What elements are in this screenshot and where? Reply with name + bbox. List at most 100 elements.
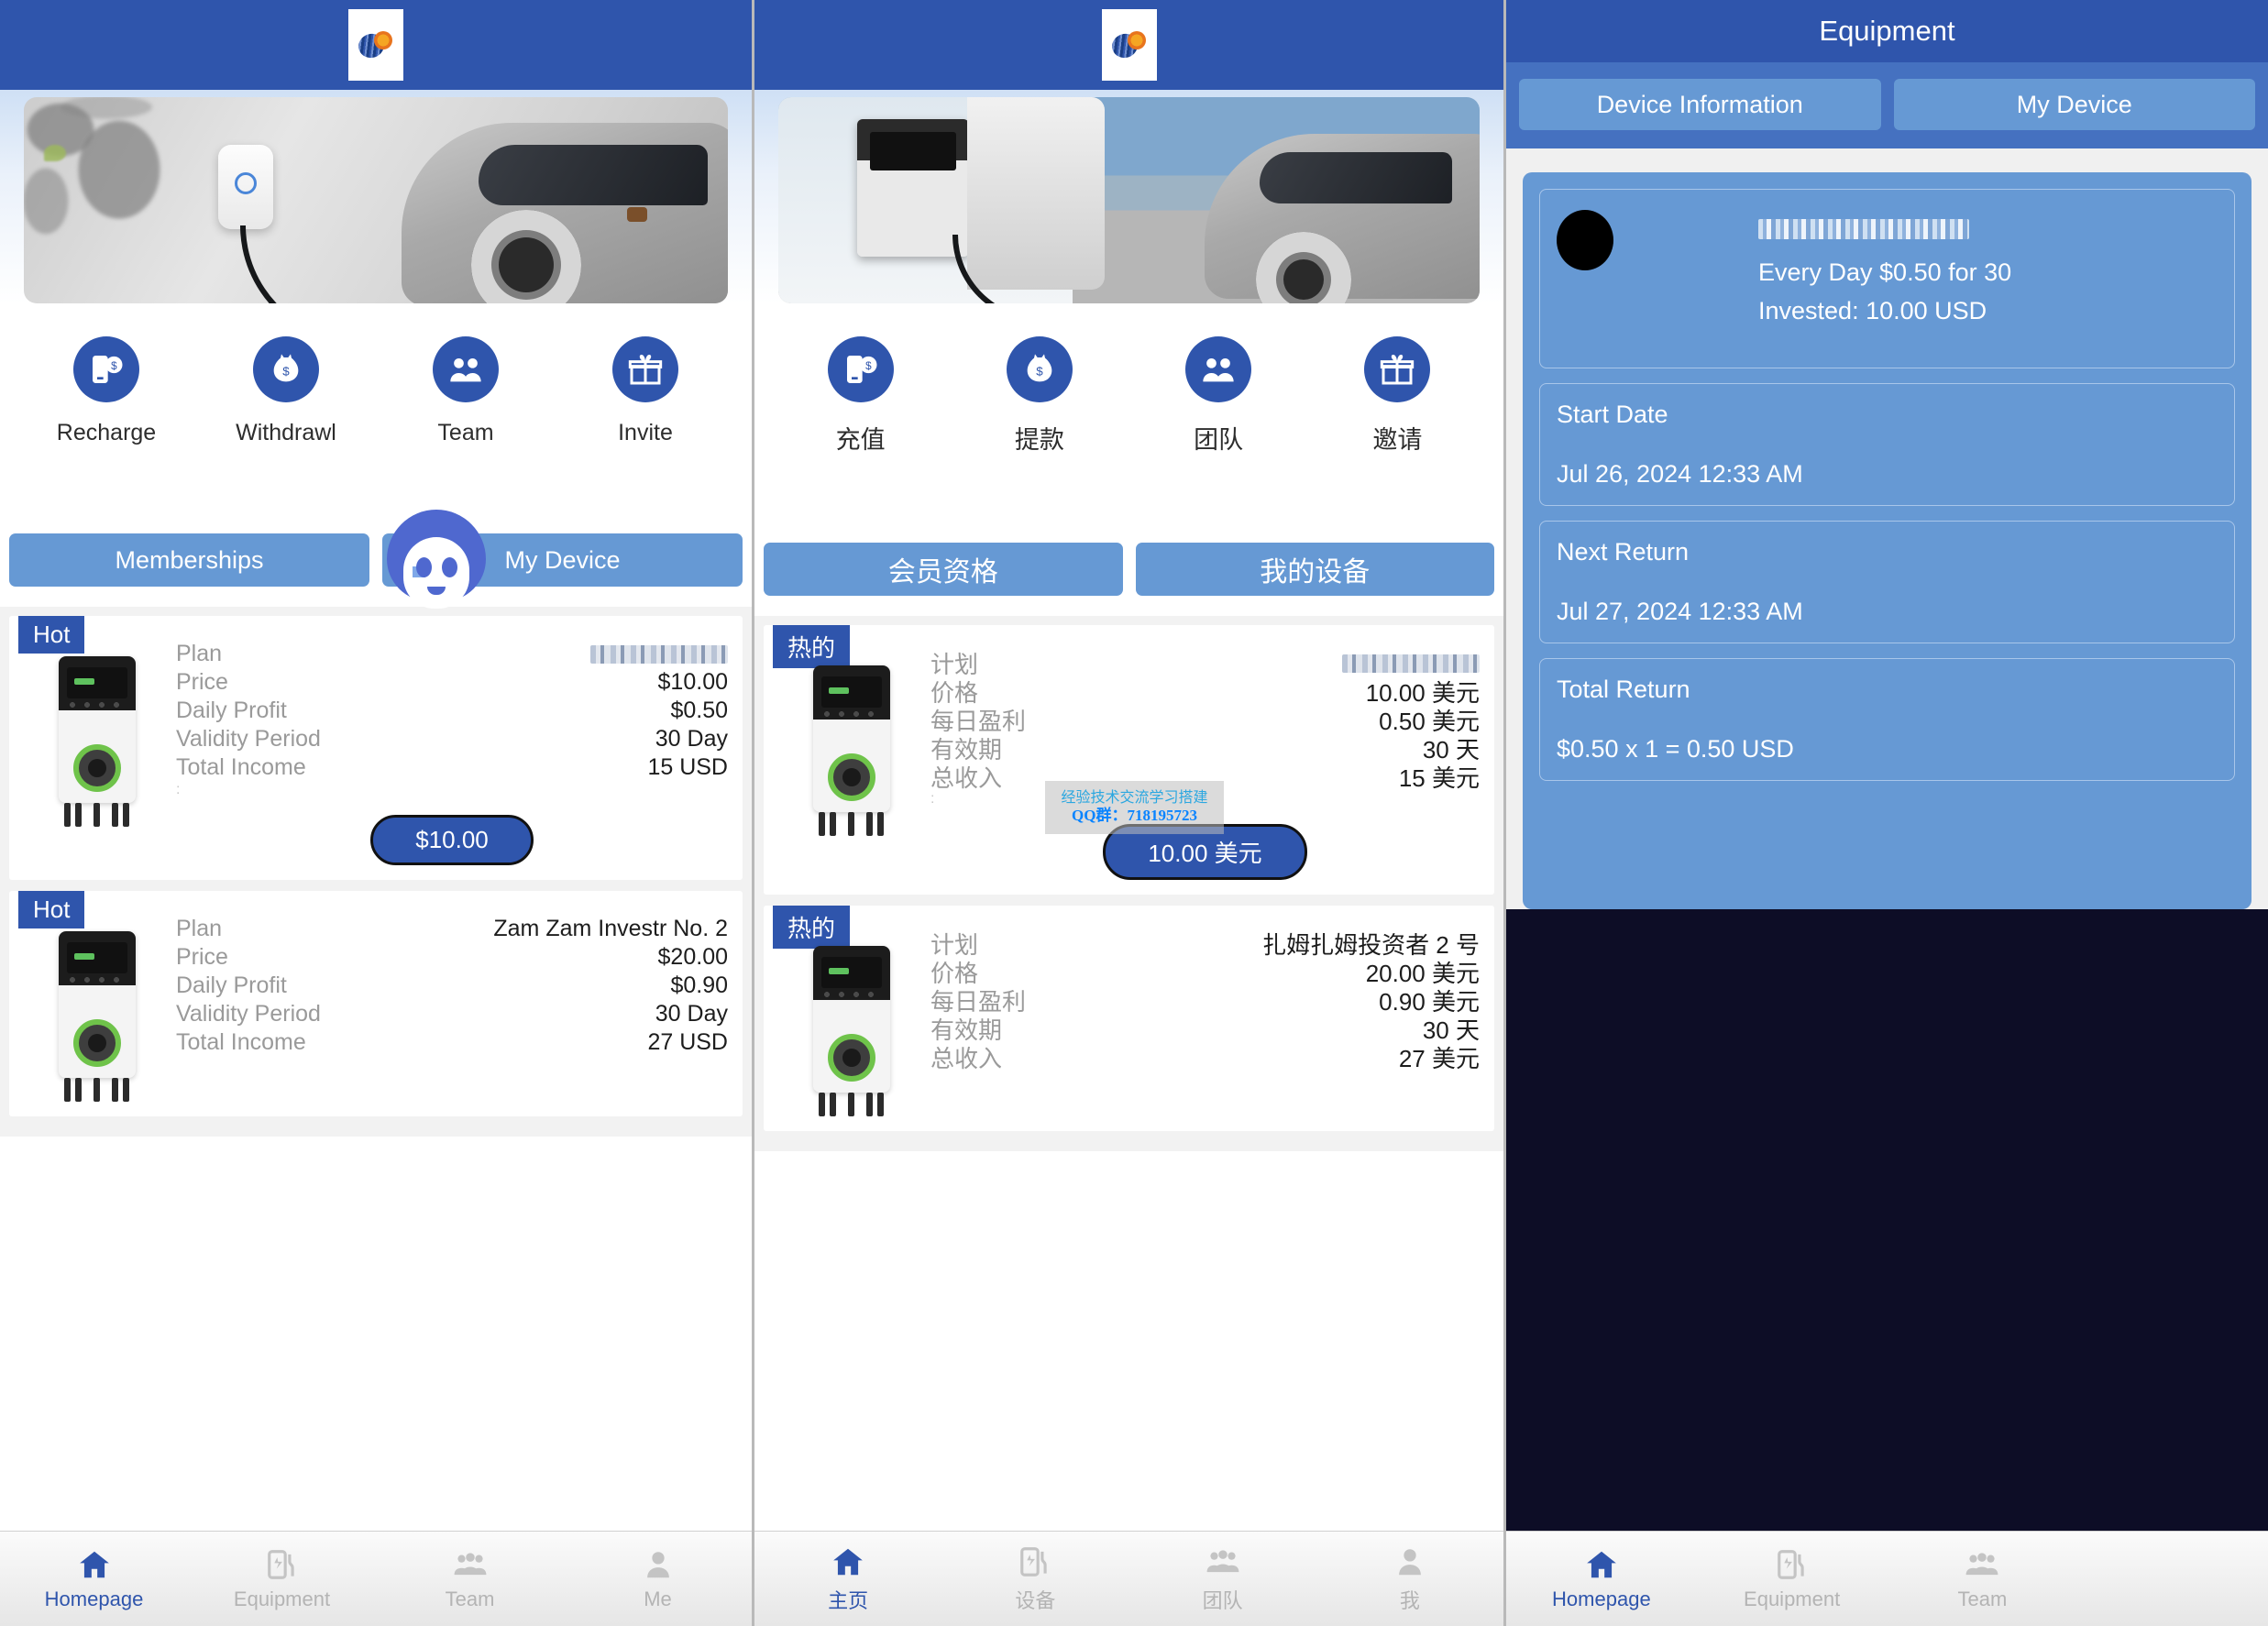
panel-homepage-chinese: $ 充值 $ 提款 团队 邀请 会员资格 我的设备 热的 计划 价格 10.00…: [752, 0, 1503, 1626]
svg-text:$: $: [111, 360, 117, 372]
nav-label: Team: [1957, 1587, 2008, 1610]
device-image: [24, 640, 171, 865]
nav-label: Homepage: [1552, 1587, 1651, 1610]
table-row: 有效期 30 天: [930, 734, 1480, 764]
row-key: 总收入: [930, 764, 1003, 792]
app-header-bar: [0, 0, 752, 90]
plan-card[interactable]: 热的 计划 扎姆扎姆投资者 2 号 价格 20.00 美元 每日盈利 0.90 美元 …: [764, 906, 1494, 1131]
hero-banner-wrap: [0, 90, 752, 303]
plan-card[interactable]: 热的 计划 价格 10.00 美元 每日盈利 0.50 美元 有效期 30 天 总收入…: [764, 625, 1494, 895]
table-row: Daily Profit $0.90: [176, 972, 728, 1000]
tab-my-device[interactable]: My Device: [382, 533, 743, 587]
buy-button[interactable]: $10.00: [370, 815, 534, 865]
buy-button[interactable]: 10.00 美元: [1103, 824, 1307, 880]
table-row: Total Income 15 USD: [176, 753, 728, 782]
money-bag-icon: $: [253, 336, 319, 402]
panel-homepage-english: $ Recharge $ Withdrawl Team Invite Membe…: [0, 0, 752, 1626]
nav-team[interactable]: Team: [1888, 1547, 2078, 1611]
person-icon: [646, 1551, 669, 1577]
action-label: Withdrawl: [236, 420, 336, 445]
action-recharge[interactable]: $ Recharge: [17, 336, 196, 446]
nav-homepage[interactable]: 主页: [754, 1544, 941, 1614]
device-image: [24, 915, 171, 1102]
detail-value: $0.50 x 1 = 0.50 USD: [1557, 735, 1794, 763]
row-key: Validity Period: [176, 726, 321, 752]
action-withdraw[interactable]: $ 提款: [950, 336, 1128, 456]
detail-label: Start Date: [1557, 401, 1668, 428]
plan-tabs-zh: 会员资格 我的设备: [754, 543, 1503, 596]
hot-badge: 热的: [773, 625, 851, 668]
row-value: $20.00: [657, 944, 728, 970]
app-logo: [1101, 9, 1157, 81]
nav-homepage[interactable]: Homepage: [1506, 1547, 1697, 1611]
plan-list-en: Hot Plan Price $10.00 Daily Profit $0.50 V…: [0, 607, 752, 1137]
home-icon: [833, 1548, 863, 1575]
row-value: 30 Day: [655, 726, 728, 752]
action-invite[interactable]: 邀请: [1308, 336, 1487, 456]
action-label: Invite: [618, 420, 673, 445]
app-logo: [348, 9, 403, 81]
plan-tabs-en: Memberships My Device: [0, 533, 752, 587]
device-rate: Every Day $0.50 for 30: [1758, 258, 2012, 286]
action-team[interactable]: Team: [376, 336, 556, 446]
nav-team[interactable]: 团队: [1129, 1544, 1316, 1614]
page-title: Equipment: [1819, 15, 1955, 47]
plan-card[interactable]: Hot Plan Zam Zam Investr No. 2 Price $20.0…: [9, 891, 743, 1116]
row-value: 27 美元: [1398, 1045, 1480, 1072]
bottom-nav-zh: 主页 设备 团队 我: [754, 1531, 1503, 1626]
nav-equipment[interactable]: Equipment: [1697, 1547, 1888, 1611]
row-key: Daily Profit: [176, 972, 287, 998]
svg-text:$: $: [865, 360, 872, 372]
plan-card[interactable]: Hot Plan Price $10.00 Daily Profit $0.50 V…: [9, 616, 743, 880]
nav-label: Me: [644, 1587, 672, 1610]
table-row: 每日盈利 0.90 美元: [930, 986, 1480, 1016]
detail-start-date: Start Date Jul 26, 2024 12:33 AM: [1539, 383, 2235, 506]
table-row: Total Income 27 USD: [176, 1028, 728, 1057]
people-icon: [454, 1552, 486, 1575]
nav-me[interactable]: 我: [1316, 1544, 1503, 1614]
hero-banner-wrap: [754, 90, 1503, 303]
tab-memberships[interactable]: 会员资格: [764, 543, 1123, 596]
row-value: 27 USD: [647, 1029, 728, 1055]
action-recharge[interactable]: $ 充值: [771, 336, 950, 456]
action-team[interactable]: 团队: [1129, 336, 1308, 456]
table-row: 每日盈利 0.50 美元: [930, 706, 1480, 735]
nav-label: 团队: [1202, 1588, 1243, 1612]
row-value: $0.90: [670, 972, 728, 998]
quick-actions-en: $ Recharge $ Withdrawl Team Invite: [0, 303, 752, 446]
tab-my-device[interactable]: My Device: [1893, 79, 2255, 130]
bottom-nav-equipment: Homepage Equipment Team: [1506, 1531, 2268, 1626]
nav-equipment[interactable]: Equipment: [188, 1547, 376, 1611]
row-spacer: :: [176, 782, 181, 797]
solar-globe-logo-icon: [355, 27, 394, 62]
table-row: Plan: [176, 640, 728, 668]
row-value: 15 USD: [647, 754, 728, 780]
action-invite[interactable]: Invite: [556, 336, 735, 446]
bottom-nav-en: Homepage Equipment Team Me: [0, 1531, 752, 1626]
nav-label: Equipment: [233, 1587, 331, 1610]
app-header-bar: [754, 0, 1503, 90]
device-image: [778, 649, 925, 880]
nav-team[interactable]: Team: [376, 1547, 564, 1611]
nav-equipment[interactable]: 设备: [941, 1544, 1128, 1614]
row-key: Price: [176, 944, 228, 970]
hero-banner-charging-station: [778, 97, 1480, 303]
detail-label: Next Return: [1557, 538, 1690, 566]
nav-me[interactable]: Me: [564, 1547, 752, 1611]
plan-list-zh: 热的 计划 价格 10.00 美元 每日盈利 0.50 美元 有效期 30 天 总收入…: [754, 616, 1503, 1151]
table-row: 总收入 27 美元: [930, 1043, 1480, 1072]
gift-icon: [1364, 336, 1431, 402]
tab-memberships[interactable]: Memberships: [9, 533, 369, 587]
tab-my-device[interactable]: 我的设备: [1135, 543, 1494, 596]
panel-equipment: Equipment Device Information My Device E…: [1503, 0, 2268, 1626]
nav-homepage[interactable]: Homepage: [0, 1547, 188, 1611]
action-withdrawl[interactable]: $ Withdrawl: [196, 336, 376, 446]
table-row: Price $20.00: [176, 943, 728, 972]
charger-icon: [1777, 1549, 1804, 1579]
nav-label: 设备: [1015, 1588, 1056, 1612]
tab-device-information[interactable]: Device Information: [1519, 79, 1881, 130]
empty-dark-area: [1506, 1182, 2268, 1531]
row-key: Plan: [176, 916, 223, 941]
equipment-body: Every Day $0.50 for 30 Invested: 10.00 U…: [1506, 148, 2268, 909]
row-value: 30 Day: [655, 1001, 728, 1027]
